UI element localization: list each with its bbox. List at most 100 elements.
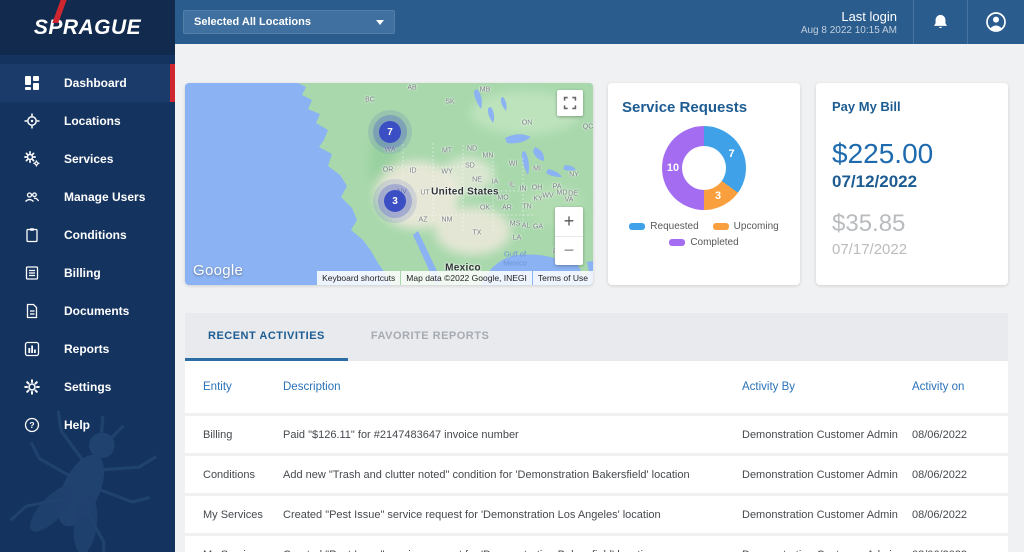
map-zoom-in-button[interactable]: + xyxy=(555,207,583,236)
cell-description: Created "Pest Issue" service request for… xyxy=(283,508,661,521)
topbar: Selected All Locations Last login Aug 8 … xyxy=(175,0,1024,44)
tab-favorite-reports[interactable]: FAVORITE REPORTS xyxy=(348,313,512,361)
map-region-label: TX xyxy=(472,229,482,237)
bar-chart-icon xyxy=(24,341,40,357)
map-region-label: MD xyxy=(556,189,568,197)
cell-activity-on: 08/06/2022 xyxy=(912,508,968,521)
sidebar-item-documents[interactable]: Documents xyxy=(0,292,175,330)
chevron-down-icon xyxy=(376,19,384,25)
donut-segment-value: 7 xyxy=(728,147,735,160)
donut-hole xyxy=(682,146,726,190)
tab-recent-activities[interactable]: RECENT ACTIVITIES xyxy=(185,313,348,361)
sidebar-item-services[interactable]: Services xyxy=(0,140,175,178)
map-region-label: ON xyxy=(521,119,533,127)
map-region-label: MT xyxy=(441,147,453,155)
map-region-label: SD xyxy=(465,162,475,170)
fullscreen-icon xyxy=(563,96,577,110)
activities-table-header: Entity Description Activity By Activity on xyxy=(185,361,1008,413)
past-bill-amount: $35.85 xyxy=(832,210,906,237)
map-region-label: AB xyxy=(407,84,417,92)
cell-activity-on: 08/06/2022 xyxy=(912,428,968,441)
cell-activity-on: 08/06/2022 xyxy=(912,468,968,481)
map-region-label: MS xyxy=(509,220,521,228)
map-region-label: BC xyxy=(365,96,375,104)
map-region-label: QC xyxy=(582,123,593,131)
last-login-label: Last login xyxy=(841,8,897,24)
cell-activity-by: Demonstration Customer Admin xyxy=(742,428,898,441)
cell-entity: Conditions xyxy=(203,468,255,481)
map-region-label: AL xyxy=(521,222,531,230)
activities-section: RECENT ACTIVITIES FAVORITE REPORTS Entity… xyxy=(185,313,1008,552)
map-region-label: GA xyxy=(532,223,544,231)
legend-swatch xyxy=(669,239,686,246)
sidebar-item-label: Manage Users xyxy=(64,190,146,204)
map-region-label: IN xyxy=(519,185,527,193)
legend-swatch xyxy=(712,223,729,230)
gears-icon xyxy=(24,151,40,167)
dashboard-grid-icon xyxy=(24,75,40,91)
sidebar-item-conditions[interactable]: Conditions xyxy=(0,216,175,254)
cell-entity: Billing xyxy=(203,428,233,441)
column-header-activity-by: Activity By xyxy=(742,381,796,393)
map-region-label: MI xyxy=(533,165,541,173)
sidebar-nav: Dashboard Locations Services Manage Users Co… xyxy=(0,55,175,444)
column-header-activity-on: Activity on xyxy=(912,381,965,393)
user-account-button[interactable] xyxy=(967,0,1024,44)
legend-label: Requested xyxy=(650,221,699,232)
map-region-label: NM xyxy=(441,216,453,224)
current-bill-date: 07/12/2022 xyxy=(832,172,918,191)
past-bill-date: 07/17/2022 xyxy=(832,241,908,258)
brand-logo[interactable]: SPRAGUE xyxy=(0,0,175,55)
cell-entity: My Services xyxy=(203,549,283,552)
map-region-label: WY xyxy=(441,168,453,176)
legend-item-upcoming[interactable]: Upcoming xyxy=(712,221,779,232)
map-data-text: Map data ©2022 Google, INEGI xyxy=(401,271,532,285)
map-cluster-marker[interactable]: 7 xyxy=(379,121,401,143)
legend-item-requested[interactable]: Requested xyxy=(629,221,699,232)
map-region-label: AZ xyxy=(418,216,428,224)
sidebar-item-billing[interactable]: Billing xyxy=(0,254,175,292)
map-fullscreen-button[interactable] xyxy=(557,90,583,116)
billing-doc-icon xyxy=(24,265,40,281)
map-cluster-marker[interactable]: 3 xyxy=(384,190,406,212)
sidebar-item-reports[interactable]: Reports xyxy=(0,330,175,368)
current-bill-amount: $225.00 xyxy=(832,138,934,169)
terms-of-use-link[interactable]: Terms of Use xyxy=(532,271,593,285)
activities-tabs: RECENT ACTIVITIES FAVORITE REPORTS xyxy=(185,313,1008,361)
pay-my-bill-title: Pay My Bill xyxy=(832,99,901,114)
cell-description: Created "Pest Issue" service request for… xyxy=(283,549,742,552)
legend-label: Completed xyxy=(690,237,739,248)
map-region-label: OK xyxy=(479,204,491,212)
sidebar-item-label: Services xyxy=(64,152,114,166)
sidebar-item-manage-users[interactable]: Manage Users xyxy=(0,178,175,216)
pay-my-bill-card: Pay My Bill $225.00 07/12/2022 $35.85 07… xyxy=(816,83,1008,285)
cell-description: Paid "$126.11" for #2147483647 invoice n… xyxy=(283,428,519,441)
last-login-block: Last login Aug 8 2022 10:15 AM xyxy=(785,0,913,44)
sidebar-item-label: Locations xyxy=(64,114,121,128)
bell-icon xyxy=(934,14,947,28)
google-logo[interactable]: Google xyxy=(193,262,243,279)
map-region-label: NE xyxy=(472,176,482,184)
map-region-label: TN xyxy=(522,203,532,211)
column-header-description: Description xyxy=(283,381,341,393)
sidebar-item-dashboard[interactable]: Dashboard xyxy=(0,64,175,102)
map-region-label: WV xyxy=(542,192,554,200)
sidebar-item-locations[interactable]: Locations xyxy=(0,102,175,140)
location-selector-dropdown[interactable]: Selected All Locations xyxy=(183,10,395,34)
people-icon xyxy=(24,189,40,205)
sidebar-item-label: Documents xyxy=(64,304,130,318)
map-country-label: United States xyxy=(431,186,499,198)
clipboard-icon xyxy=(24,227,40,243)
cell-description: Add new "Trash and clutter noted" condit… xyxy=(283,468,690,481)
column-header-entity: Entity xyxy=(203,381,232,393)
notifications-button[interactable] xyxy=(913,0,967,44)
locations-map[interactable]: AB MB BC SK ON QC WA MT ND MN SD WI MI NY OR ID WY NE IA IL… xyxy=(185,83,593,285)
keyboard-shortcuts-link[interactable]: Keyboard shortcuts xyxy=(317,271,401,285)
map-region-label: MN xyxy=(482,152,494,160)
map-region-label: AR xyxy=(502,204,512,212)
map-region-label: WI xyxy=(508,160,518,168)
map-zoom-out-button[interactable]: − xyxy=(555,235,583,266)
map-region-label: IA xyxy=(491,178,499,186)
map-region-label: LA xyxy=(512,234,522,242)
legend-item-completed[interactable]: Completed xyxy=(669,237,739,248)
